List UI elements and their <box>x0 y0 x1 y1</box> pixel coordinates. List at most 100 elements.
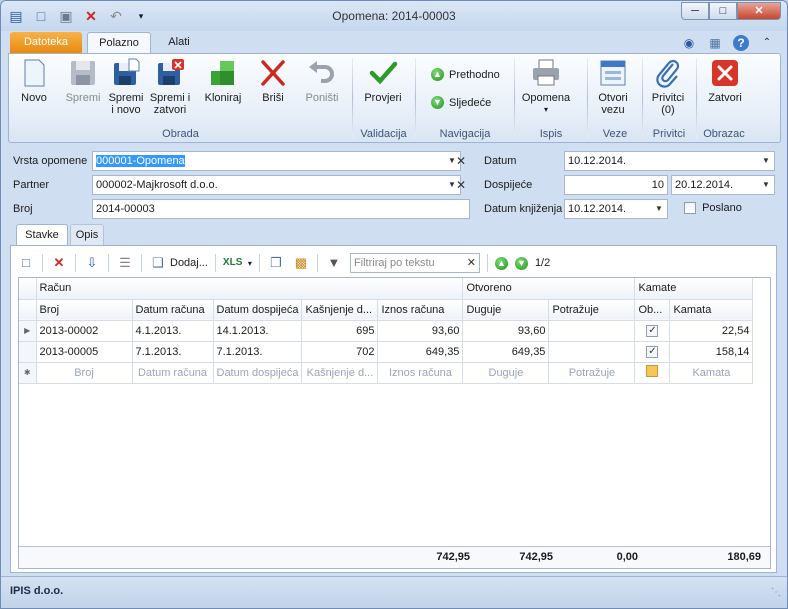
paste-icon[interactable]: ▩ <box>292 254 310 272</box>
new-cell-broj[interactable]: Broj <box>36 362 133 384</box>
zatvori-button[interactable]: Zatvori <box>703 58 747 104</box>
maximize-button[interactable]: □ <box>709 2 737 20</box>
prethodno-button[interactable]: ▲ Prethodno <box>431 68 500 81</box>
vrsta-opomene-field[interactable]: 000001-Opomena ▼ <box>92 151 461 171</box>
next-page-icon[interactable]: ▼ <box>514 256 528 270</box>
spremi-button[interactable]: Spremi <box>64 58 102 104</box>
dodaj-button[interactable]: ❏ Dodaj... <box>149 254 208 272</box>
dropdown-arrow-icon[interactable]: ▼ <box>758 176 774 194</box>
clear-vrsta-icon[interactable]: ✕ <box>453 151 469 171</box>
list-icon[interactable]: ☰ <box>116 254 134 272</box>
previous-page-icon[interactable]: ▲ <box>494 256 508 270</box>
cell-broj[interactable]: 2013-00002 <box>36 320 133 342</box>
collapse-ribbon-icon[interactable]: ⌃ <box>759 35 775 51</box>
column-header-kamata[interactable]: Kamata <box>669 299 754 321</box>
tab-alati[interactable]: Alati <box>157 32 201 53</box>
cell-datum-racuna[interactable]: 4.1.2013. <box>132 320 214 342</box>
new-cell-duguje[interactable]: Duguje <box>462 362 550 384</box>
spremi-i-novo-button[interactable]: Spremi i novo <box>107 58 145 116</box>
sljedece-button[interactable]: ▼ Sljedeće <box>431 96 491 109</box>
calculator-icon[interactable]: ▦ <box>707 35 723 51</box>
privitci-button[interactable]: Privitci (0) <box>646 58 690 116</box>
close-window-button[interactable]: ✕ <box>737 2 781 20</box>
dropdown-arrow-icon[interactable]: ▼ <box>758 152 774 170</box>
help-icon[interactable]: ? <box>733 35 749 51</box>
new-row-icon[interactable]: □ <box>17 254 35 272</box>
cell-obracun[interactable]: ✓ <box>634 320 671 342</box>
tab-datoteka[interactable]: Datoteka <box>10 32 82 53</box>
cell-kasnjenje[interactable]: 702 <box>301 341 379 363</box>
copy-icon[interactable]: ❐ <box>267 254 285 272</box>
kloniraj-button[interactable]: Kloniraj <box>203 58 243 104</box>
save-down-icon[interactable]: ⇩ <box>83 254 101 272</box>
checkmark-icon <box>368 58 398 88</box>
dospijece-date-field[interactable]: 20.12.2014. ▼ <box>671 175 775 195</box>
column-header-kasnjenje[interactable]: Kašnjenje d... <box>301 299 379 321</box>
clear-filter-icon[interactable]: ✕ <box>467 254 476 272</box>
column-header-datum-dospijeca[interactable]: Datum dospijeća <box>213 299 303 321</box>
new-row[interactable]: ✱ Broj Datum računa Datum dospijeća Kašn… <box>19 362 754 384</box>
filter-input[interactable]: Filtriraj po tekstu ✕ <box>349 253 480 273</box>
save-close-icon <box>155 58 185 88</box>
brisi-button[interactable]: Briši <box>257 58 289 104</box>
poslano-check[interactable] <box>684 202 696 215</box>
filter-icon[interactable]: ▼ <box>325 254 343 272</box>
cell-datum-dospijeca[interactable]: 7.1.2013. <box>213 341 303 363</box>
cell-duguje[interactable]: 93,60 <box>462 320 550 342</box>
new-cell-datum-dospijeca[interactable]: Datum dospijeća <box>213 362 303 384</box>
cell-obracun[interactable]: ✓ <box>634 341 671 363</box>
cell-iznos[interactable]: 93,60 <box>377 320 464 342</box>
column-header-duguje[interactable]: Duguje <box>462 299 550 321</box>
cell-iznos[interactable]: 649,35 <box>377 341 464 363</box>
column-header-broj[interactable]: Broj <box>36 299 133 321</box>
obracun-checkbox[interactable]: ✓ <box>646 325 659 337</box>
obracun-checkbox[interactable]: ✓ <box>646 346 659 358</box>
novo-button[interactable]: Novo <box>17 58 51 104</box>
broj-field[interactable]: 2014-00003 <box>92 199 470 219</box>
tab-opis[interactable]: Opis <box>70 224 104 246</box>
column-header-potrazuje[interactable]: Potražuje <box>548 299 636 321</box>
resize-grip-icon[interactable]: ⋱ <box>771 587 781 598</box>
cell-kamata[interactable]: 22,54 <box>669 320 754 342</box>
cell-datum-dospijeca[interactable]: 14.1.2013. <box>213 320 303 342</box>
cell-kasnjenje[interactable]: 695 <box>301 320 379 342</box>
datum-field[interactable]: 10.12.2014. ▼ <box>564 151 775 171</box>
export-dropdown-icon[interactable]: ▾ <box>248 259 252 268</box>
new-cell-datum-racuna[interactable]: Datum računa <box>132 362 214 384</box>
cell-duguje[interactable]: 649,35 <box>462 341 550 363</box>
dropdown-arrow-icon[interactable]: ▼ <box>651 200 667 218</box>
cell-broj[interactable]: 2013-00005 <box>36 341 133 363</box>
otvori-vezu-button[interactable]: Otvori vezu <box>591 58 635 116</box>
new-cell-kasnjenje[interactable]: Kašnjenje d... <box>301 362 379 384</box>
cell-kamata[interactable]: 158,14 <box>669 341 754 363</box>
clear-partner-icon[interactable]: ✕ <box>453 175 469 195</box>
dospijece-days-field[interactable]: 10 <box>564 175 668 195</box>
obracun-checkbox[interactable] <box>646 365 659 377</box>
table-row[interactable]: 2013-00005 7.1.2013. 7.1.2013. 702 649,3… <box>19 341 754 363</box>
column-header-datum-racuna[interactable]: Datum računa <box>132 299 214 321</box>
datum-knjizenja-field[interactable]: 10.12.2014. ▼ <box>564 199 668 219</box>
cell-datum-racuna[interactable]: 7.1.2013. <box>132 341 214 363</box>
cell-potrazuje[interactable] <box>548 320 636 342</box>
table-row[interactable]: ▶ 2013-00002 4.1.2013. 14.1.2013. 695 93… <box>19 320 754 342</box>
new-cell-iznos[interactable]: Iznos računa <box>377 362 464 384</box>
opomena-print-button[interactable]: Opomena ▾ <box>521 58 571 116</box>
column-header-iznos[interactable]: Iznos računa <box>377 299 464 321</box>
provjeri-button[interactable]: Provjeri <box>361 58 405 104</box>
ponisti-button[interactable]: Poništi <box>302 58 342 104</box>
partner-field[interactable]: 000002-Majkrosoft d.o.o. ▼ <box>92 175 461 195</box>
tab-polazno[interactable]: Polazno <box>87 32 151 53</box>
column-header-ob[interactable]: Ob... <box>634 299 671 321</box>
minimize-button[interactable]: ─ <box>681 2 709 20</box>
cell-potrazuje[interactable] <box>548 341 636 363</box>
new-cell-obracun[interactable] <box>634 362 671 384</box>
row-indicator-header <box>19 278 37 300</box>
excel-export-icon[interactable]: XLS <box>223 254 242 272</box>
spremi-i-zatvori-button[interactable]: Spremi i zatvori <box>149 58 191 116</box>
globe-icon[interactable]: ◉ <box>681 35 697 51</box>
delete-row-icon[interactable]: ✕ <box>50 254 68 272</box>
new-cell-potrazuje[interactable]: Potražuje <box>548 362 636 384</box>
poslano-checkbox[interactable]: Poslano <box>684 202 742 215</box>
tab-stavke[interactable]: Stavke <box>16 224 68 246</box>
new-cell-kamata[interactable]: Kamata <box>669 362 754 384</box>
